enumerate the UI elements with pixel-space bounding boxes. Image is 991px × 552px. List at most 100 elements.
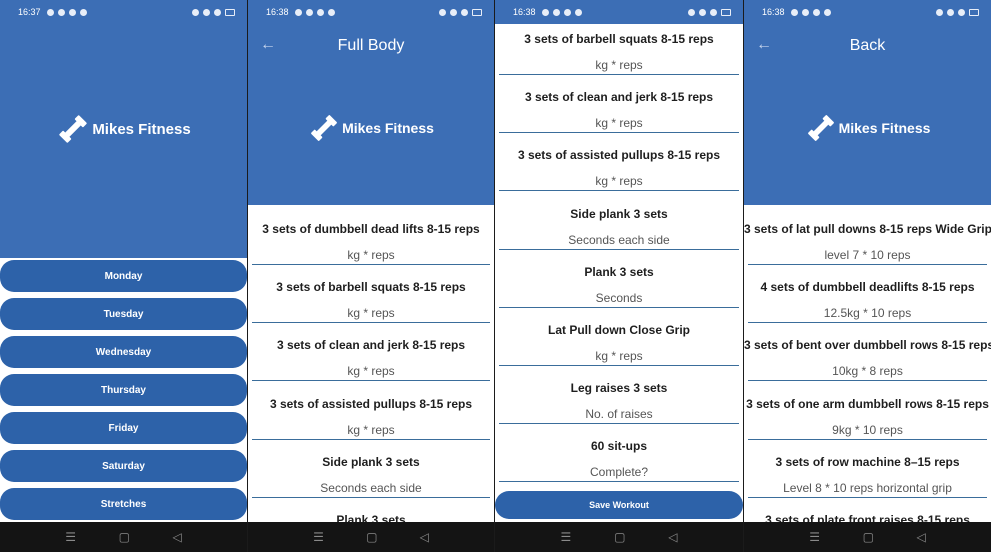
battery-icon <box>472 8 482 16</box>
app-logo: Mikes Fitness <box>744 112 991 144</box>
exercise-input[interactable]: Complete? <box>495 465 743 479</box>
exercise-title: 3 sets of clean and jerk 8-15 reps <box>524 90 714 105</box>
input-underline <box>252 380 490 382</box>
dumbbell-icon <box>59 115 88 143</box>
input-underline <box>748 438 987 440</box>
status-bar: 16:38 <box>495 0 743 24</box>
back-icon[interactable]: ◁ <box>668 530 677 544</box>
exercise-input[interactable]: 9kg * 10 reps <box>744 423 991 437</box>
status-bar: 16:38 <box>744 0 991 24</box>
input-underline <box>499 190 739 192</box>
exercise-list: 3 sets of barbell squats 8-15 reps kg * r… <box>495 24 743 490</box>
exercise-input[interactable]: No. of raises <box>495 407 743 421</box>
exercise-input[interactable]: Seconds each side <box>495 233 743 247</box>
day-button-thursday[interactable]: Thursday <box>0 374 247 406</box>
input-underline <box>748 322 987 324</box>
day-button-wednesday[interactable]: Wednesday <box>0 336 247 368</box>
app-bar: ← Back <box>744 24 991 68</box>
exercise-input[interactable]: 12.5kg * 10 reps <box>744 306 991 320</box>
exercise-input[interactable]: kg * reps <box>495 116 743 130</box>
exercise-input[interactable]: level 7 * 10 reps <box>744 248 991 262</box>
input-underline <box>748 496 987 498</box>
exercise-item: Side plank 3 sets Seconds each side <box>248 447 494 505</box>
exercise-title: 3 sets of one arm dumbbell rows 8-15 rep… <box>746 396 989 411</box>
menu-icon[interactable]: ☰ <box>65 530 76 544</box>
exercise-title: 3 sets of clean and jerk 8-15 reps <box>276 338 466 353</box>
status-time: 16:38 <box>513 7 536 17</box>
status-bar: 16:37 <box>0 0 247 24</box>
exercise-title: 3 sets of dumbbell dead lifts 8-15 reps <box>262 222 480 236</box>
back-icon[interactable]: ◁ <box>916 530 925 544</box>
exercise-input[interactable]: kg * reps <box>248 248 494 262</box>
exercise-input[interactable]: Level 8 * 10 reps horizontal grip <box>744 481 991 495</box>
system-icons <box>192 8 235 16</box>
notification-icons <box>46 8 87 16</box>
home-icon[interactable]: ▢ <box>614 530 625 544</box>
back-arrow-icon[interactable]: ← <box>756 36 772 54</box>
exercise-item: 3 sets of barbell squats 8-15 reps kg * r… <box>495 24 743 82</box>
back-arrow-icon[interactable]: ← <box>260 36 276 54</box>
exercise-input[interactable]: kg * reps <box>248 306 494 320</box>
status-time: 16:38 <box>762 7 785 17</box>
home-icon[interactable]: ▢ <box>119 530 130 544</box>
system-icons <box>439 8 482 16</box>
menu-icon[interactable]: ☰ <box>313 530 324 544</box>
day-button-monday[interactable]: Monday <box>0 260 247 292</box>
home-icon[interactable]: ▢ <box>863 530 874 544</box>
day-button-tuesday[interactable]: Tuesday <box>0 298 247 330</box>
app-logo: Mikes Fitness <box>248 112 494 144</box>
exercise-input[interactable]: kg * reps <box>495 349 743 363</box>
exercise-title: 60 sit-ups <box>590 439 647 454</box>
exercise-item: Lat Pull down Close Grip kg * reps <box>495 315 743 373</box>
exercise-input[interactable]: Seconds each side <box>248 481 494 495</box>
exercise-input[interactable]: kg * reps <box>248 364 494 378</box>
exercise-list: 3 sets of dumbbell dead lifts 8-15 reps k… <box>248 214 494 552</box>
notification-icons <box>541 8 582 16</box>
day-button-stretches[interactable]: Stretches <box>0 488 247 520</box>
exercise-item: Leg raises 3 sets No. of raises <box>495 373 743 431</box>
input-underline <box>252 496 490 498</box>
exercise-title: 3 sets of row machine 8–15 reps <box>775 454 960 469</box>
menu-icon[interactable]: ☰ <box>809 530 820 544</box>
home-icon[interactable]: ▢ <box>366 530 377 544</box>
exercise-title: 3 sets of assisted pullups 8-15 reps <box>269 396 473 411</box>
exercise-item: Plank 3 sets Seconds <box>495 257 743 315</box>
exercise-item: 3 sets of clean and jerk 8-15 reps kg * r… <box>495 82 743 140</box>
input-underline <box>499 364 739 366</box>
input-underline <box>252 322 490 324</box>
nav-bar: ☰ ▢ ◁ <box>744 522 991 552</box>
app-name: Mikes Fitness <box>342 120 434 136</box>
day-button-saturday[interactable]: Saturday <box>0 450 247 482</box>
exercise-input[interactable]: kg * reps <box>495 174 743 188</box>
exercise-title: Side plank 3 sets <box>570 206 668 221</box>
input-underline <box>499 481 739 483</box>
exercise-list: 3 sets of lat pull downs 8-15 reps Wide … <box>744 214 991 552</box>
system-icons <box>936 8 979 16</box>
input-underline <box>499 423 739 425</box>
battery-icon <box>225 8 235 16</box>
exercise-title: Side plank 3 sets <box>322 454 420 469</box>
home-screen: 16:37 Mikes Fitness Monday Tuesday Wedne… <box>0 0 247 552</box>
exercise-item: 3 sets of dumbbell dead lifts 8-15 reps k… <box>248 214 494 272</box>
status-bar: 16:38 <box>248 0 494 24</box>
nav-bar: ☰ ▢ ◁ <box>0 522 247 552</box>
status-time: 16:37 <box>18 7 41 17</box>
back-icon[interactable]: ◁ <box>172 530 181 544</box>
back-screen: 16:38 ← Back Mikes Fitness 3 sets of lat… <box>744 0 991 552</box>
exercise-title: Plank 3 sets <box>584 264 654 279</box>
exercise-input[interactable]: 10kg * 8 reps <box>744 364 991 378</box>
exercise-input[interactable]: kg * reps <box>495 58 743 72</box>
full-body-scrolled-screen: 16:38 3 sets of barbell squats 8-15 reps… <box>495 0 743 552</box>
day-button-friday[interactable]: Friday <box>0 412 247 444</box>
input-underline <box>252 264 490 265</box>
exercise-title: Lat Pull down Close Grip <box>547 322 690 337</box>
exercise-input[interactable]: Seconds <box>495 291 743 305</box>
page-title: Back <box>849 37 886 54</box>
exercise-input[interactable]: kg * reps <box>248 423 494 437</box>
exercise-item: 3 sets of clean and jerk 8-15 reps kg * r… <box>248 330 494 388</box>
save-workout-button[interactable]: Save Workout <box>495 491 743 519</box>
dumbbell-icon <box>311 115 337 141</box>
notification-icons <box>790 8 831 16</box>
menu-icon[interactable]: ☰ <box>560 530 571 544</box>
back-icon[interactable]: ◁ <box>420 530 429 544</box>
